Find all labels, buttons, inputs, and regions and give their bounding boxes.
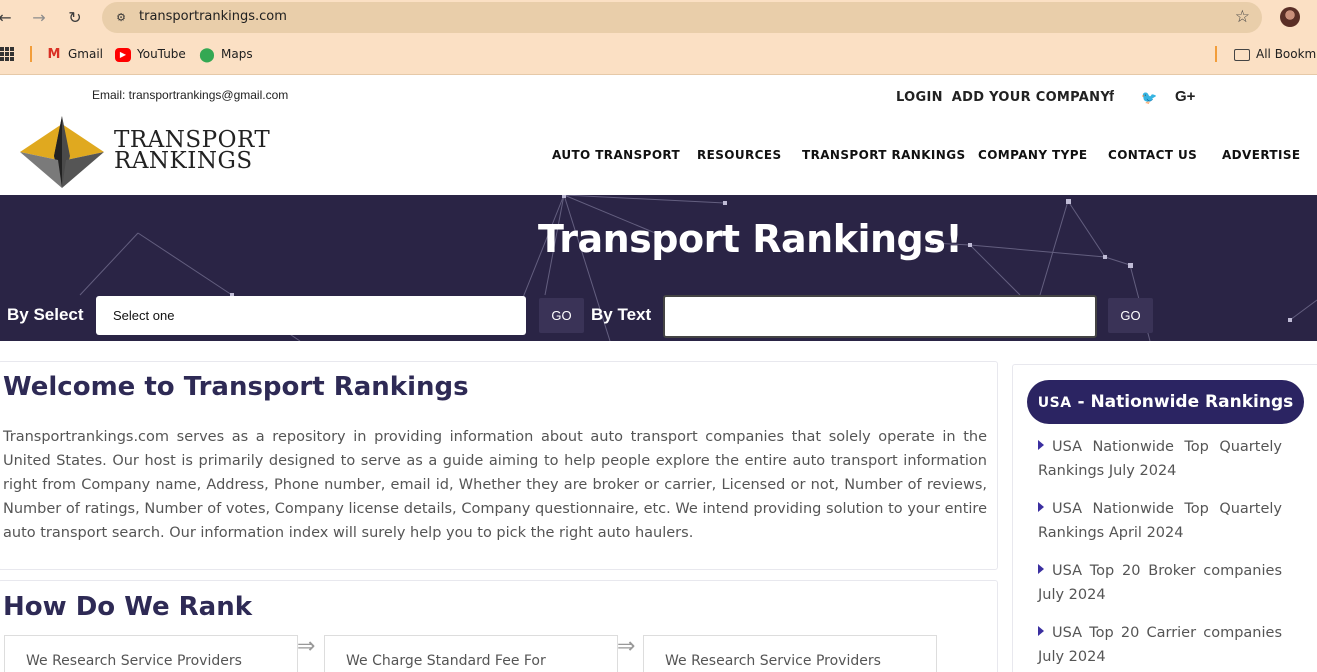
sidebar-item-carrier-july-2024[interactable]: USA Top 20 Carrier companies July 2024 (1038, 621, 1282, 669)
login-link[interactable]: LOGIN (896, 90, 943, 105)
site-header: Email: transportrankings@gmail.com LOGIN… (0, 76, 1317, 195)
by-select-label: By Select (7, 305, 84, 324)
nav-auto-transport[interactable]: AUTO TRANSPORT (552, 148, 680, 162)
profile-avatar[interactable] (1280, 7, 1300, 27)
welcome-paragraph: Transportrankings.com serves as a reposi… (3, 429, 987, 541)
sidebar-item-july-2024[interactable]: USA Nationwide Top Quartely Rankings Jul… (1038, 435, 1282, 483)
facebook-icon[interactable]: f (1109, 88, 1114, 105)
sidebar-item-broker-july-2024[interactable]: USA Top 20 Broker companies July 2024 (1038, 559, 1282, 607)
top-links: LOGIN ADD YOUR COMPANY (896, 90, 1119, 105)
all-bookmarks[interactable]: All Bookma (1234, 46, 1317, 62)
browser-toolbar: ← → ↻ ⚙ transportrankings.com ☆ (0, 0, 1317, 36)
reload-icon[interactable]: ↻ (64, 7, 86, 29)
maps-icon: ⬤ (199, 46, 215, 63)
rank-step-3: We Research Service Providers (643, 635, 937, 672)
youtube-icon: ▶ (115, 47, 131, 62)
nav-advertise[interactable]: ADVERTISE (1222, 148, 1301, 162)
site-settings-icon[interactable]: ⚙ (112, 9, 130, 27)
usa-nationwide-rankings-heading[interactable]: USA - Nationwide Rankings (1027, 380, 1304, 424)
back-arrow-icon[interactable]: ← (0, 7, 16, 29)
nav-resources[interactable]: RESOURCES (697, 148, 782, 162)
rank-heading: How Do We Rank (3, 592, 252, 622)
hero-title: Transport Rankings! (538, 217, 963, 261)
arrow-right-icon: ⇒ (297, 634, 316, 659)
contact-email: Email: transportrankings@gmail.com (92, 88, 289, 102)
folder-icon (1234, 48, 1250, 61)
gmail-icon: M (47, 46, 61, 62)
nav-contact-us[interactable]: CONTACT US (1108, 148, 1197, 162)
sidebar-item-april-2024[interactable]: USA Nationwide Top Quartely Rankings Apr… (1038, 497, 1282, 545)
add-company-link[interactable]: ADD YOUR COMPANY (952, 90, 1110, 105)
site-logo[interactable]: TRANSPORT RANKINGS (18, 116, 271, 192)
rank-step-2: We Charge Standard Fee For (324, 635, 618, 672)
select-go-button[interactable]: GO (539, 298, 584, 333)
forward-arrow-icon[interactable]: → (28, 7, 50, 29)
welcome-heading: Welcome to Transport Rankings (3, 372, 469, 402)
browser-chrome: ← → ↻ ⚙ transportrankings.com ☆ M Gmail ▶… (0, 0, 1317, 75)
nav-company-type[interactable]: COMPANY TYPE (978, 148, 1088, 162)
rank-step-1: We Research Service Providers (4, 635, 298, 672)
by-text-label: By Text (591, 305, 652, 324)
search-text-input[interactable] (663, 295, 1097, 338)
bullet-triangle-icon (1038, 626, 1044, 636)
apps-grid-icon[interactable] (0, 47, 14, 61)
bookmark-gmail[interactable]: M Gmail (46, 46, 103, 62)
url-text[interactable]: transportrankings.com (139, 9, 287, 24)
google-plus-icon[interactable]: G+ (1175, 88, 1195, 105)
bookmarks-separator-right (1215, 46, 1217, 62)
bookmark-youtube[interactable]: ▶ YouTube (115, 46, 186, 62)
text-go-button[interactable]: GO (1108, 298, 1153, 333)
bookmarks-separator (30, 46, 32, 62)
bullet-triangle-icon (1038, 502, 1044, 512)
bookmark-maps[interactable]: ⬤ Maps (199, 46, 252, 63)
logo-emblem-icon (20, 116, 104, 188)
bookmarks-bar: M Gmail ▶ YouTube ⬤ Maps All Bookma (0, 40, 1317, 68)
bullet-triangle-icon (1038, 564, 1044, 574)
bullet-triangle-icon (1038, 440, 1044, 450)
address-bar[interactable]: ⚙ transportrankings.com ☆ (102, 2, 1262, 33)
company-select-dropdown[interactable]: Select one (96, 296, 526, 335)
logo-text: TRANSPORT RANKINGS (114, 127, 271, 174)
hero-banner: Transport Rankings! By Select Select one… (0, 195, 1317, 341)
select-value: Select one (113, 308, 175, 323)
nav-transport-rankings[interactable]: TRANSPORT RANKINGS (802, 148, 966, 162)
bookmark-star-icon[interactable]: ☆ (1235, 7, 1250, 27)
twitter-icon[interactable]: 🐦 (1141, 90, 1157, 106)
arrow-right-icon: ⇒ (617, 634, 636, 659)
